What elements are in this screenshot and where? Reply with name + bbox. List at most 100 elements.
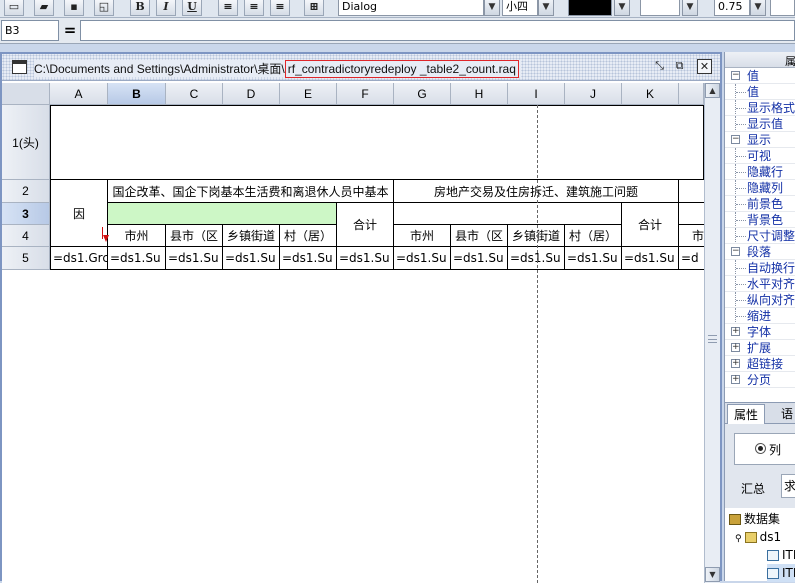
font-size-select[interactable]: 小四 [502, 0, 538, 16]
cell-l5[interactable]: =d [679, 247, 704, 270]
prop-item-display-value[interactable]: 显示值 [725, 116, 795, 132]
collapse-icon[interactable]: − [731, 135, 740, 144]
cell-e4[interactable]: 村（居） [280, 225, 337, 247]
row-header-4[interactable]: 4 [2, 225, 50, 247]
column-header-c[interactable]: C [166, 83, 223, 105]
grid-corner[interactable] [2, 83, 50, 105]
prop-item-indent[interactable]: 缩进 [725, 308, 795, 324]
dataset-field-selected[interactable]: ITI [767, 564, 795, 582]
cell-b5[interactable]: =ds1.Su [108, 247, 166, 270]
expand-icon[interactable]: + [731, 343, 740, 352]
vertical-scrollbar[interactable]: ▲ ▼ [704, 83, 720, 583]
tab-language[interactable]: 语 [775, 404, 795, 424]
cell-h4[interactable]: 县市（区 [451, 225, 508, 247]
cell-c5[interactable]: =ds1.Su [166, 247, 223, 270]
cell-reference-field[interactable]: B3 [1, 20, 59, 41]
prop-category-font[interactable]: + 字体 [725, 324, 795, 340]
prop-category-extend[interactable]: + 扩展 [725, 340, 795, 356]
cell-d4[interactable]: 乡镇街道 [223, 225, 280, 247]
prop-category-pagination[interactable]: + 分页 [725, 372, 795, 388]
cell-b4[interactable]: 市州 [108, 225, 166, 247]
cell-b3-selected[interactable] [108, 203, 337, 225]
scrollbar-grip-icon[interactable] [708, 335, 717, 343]
prop-category-value[interactable]: − 值 [725, 68, 795, 84]
cell-g3[interactable] [394, 203, 622, 225]
prop-category-display[interactable]: − 显示 [725, 132, 795, 148]
column-header-a[interactable]: A [50, 83, 108, 105]
zoom-dropdown-icon[interactable]: ▼ [750, 0, 766, 16]
cell-b2-group-title[interactable]: 国企改革、国企下岗基本生活费和离退休人员中基本 [108, 180, 394, 203]
save-icon[interactable]: ▪ [64, 0, 84, 16]
font-name-dropdown-icon[interactable]: ▼ [484, 0, 500, 16]
prop-item-visible[interactable]: 可视 [725, 148, 795, 164]
cell-g4[interactable]: 市州 [394, 225, 451, 247]
row-header-3[interactable]: 3 [2, 203, 50, 225]
cell-e5[interactable]: =ds1.Su [280, 247, 337, 270]
collapse-icon[interactable]: − [731, 71, 740, 80]
prop-item-foreground-color[interactable]: 前景色 [725, 196, 795, 212]
column-header-d[interactable]: D [223, 83, 280, 105]
prop-item-display-format[interactable]: 显示格式 [725, 100, 795, 116]
column-header-b[interactable]: B [108, 83, 166, 105]
prop-item-horizontal-align[interactable]: 水平对齐 [725, 276, 795, 292]
cell-l4[interactable]: 市 [679, 225, 704, 247]
column-header-j[interactable]: J [565, 83, 622, 105]
formula-input[interactable] [80, 20, 795, 41]
equals-icon[interactable]: = [63, 21, 77, 39]
align-center-icon[interactable]: ≡ [244, 0, 264, 16]
column-header-h[interactable]: H [451, 83, 508, 105]
prop-item-hide-column[interactable]: 隐藏列 [725, 180, 795, 196]
font-size-dropdown-icon[interactable]: ▼ [538, 0, 554, 16]
column-header-g[interactable]: G [394, 83, 451, 105]
font-color-dropdown-icon[interactable]: ▼ [614, 0, 630, 16]
column-header-k[interactable]: K [622, 83, 679, 105]
background-color-dropdown-icon[interactable]: ▼ [682, 0, 698, 16]
restore-window-icon[interactable]: ⧉ [672, 59, 687, 74]
expand-icon[interactable]: + [731, 327, 740, 336]
column-header-e[interactable]: E [280, 83, 337, 105]
collapse-icon[interactable]: − [731, 247, 740, 256]
background-color-swatch[interactable] [640, 0, 680, 16]
cell-j5[interactable]: =ds1.Su [565, 247, 622, 270]
header-row-cell[interactable] [50, 105, 704, 180]
scroll-down-icon[interactable]: ▼ [705, 567, 720, 582]
prop-item-background-color[interactable]: 背景色 [725, 212, 795, 228]
minimize-window-icon[interactable]: ⤡ [652, 59, 667, 74]
column-header-f[interactable]: F [337, 83, 394, 105]
preview-icon[interactable]: ◱ [94, 0, 114, 16]
bold-button[interactable]: B [130, 0, 150, 16]
prop-item-value[interactable]: 值 [725, 84, 795, 100]
align-left-icon[interactable]: ≡ [218, 0, 238, 16]
scroll-up-icon[interactable]: ▲ [705, 83, 720, 98]
prop-item-vertical-align[interactable]: 纵向对齐 [725, 292, 795, 308]
close-window-icon[interactable]: ✕ [697, 59, 712, 74]
font-color-swatch[interactable] [568, 0, 612, 16]
toolbar-extra-field[interactable] [770, 0, 795, 16]
prop-item-auto-wrap[interactable]: 自动换行 [725, 260, 795, 276]
row-header-5[interactable]: 5 [2, 247, 50, 270]
cell-l3[interactable] [679, 203, 704, 225]
zoom-select[interactable]: 0.75 [714, 0, 750, 16]
italic-button[interactable]: I [156, 0, 176, 16]
align-right-icon[interactable]: ≡ [270, 0, 290, 16]
cell-k5[interactable]: =ds1.Su [622, 247, 679, 270]
prop-item-size-adjust[interactable]: 尺寸调整 [725, 228, 795, 244]
column-radio-button[interactable] [755, 443, 766, 454]
prop-item-hide-row[interactable]: 隐藏行 [725, 164, 795, 180]
underline-button[interactable]: U [182, 0, 202, 16]
cell-k3-total[interactable]: 合计 [622, 203, 679, 247]
cell-l2[interactable] [679, 180, 704, 203]
column-header-i[interactable]: I [508, 83, 565, 105]
cell-f5[interactable]: =ds1.Su [337, 247, 394, 270]
font-name-select[interactable]: Dialog [338, 0, 484, 16]
cell-j4[interactable]: 村（居） [565, 225, 622, 247]
prop-category-paragraph[interactable]: − 段落 [725, 244, 795, 260]
expand-icon[interactable]: + [731, 375, 740, 384]
prop-category-hyperlink[interactable]: + 超链接 [725, 356, 795, 372]
merge-cells-icon[interactable]: ⊞ [304, 0, 324, 16]
column-header-l[interactable] [679, 83, 704, 105]
summary-select[interactable]: 求 [781, 474, 795, 498]
cell-h5[interactable]: =ds1.Su [451, 247, 508, 270]
tab-properties[interactable]: 属性 [727, 404, 766, 424]
cell-g5[interactable]: =ds1.Su [394, 247, 451, 270]
